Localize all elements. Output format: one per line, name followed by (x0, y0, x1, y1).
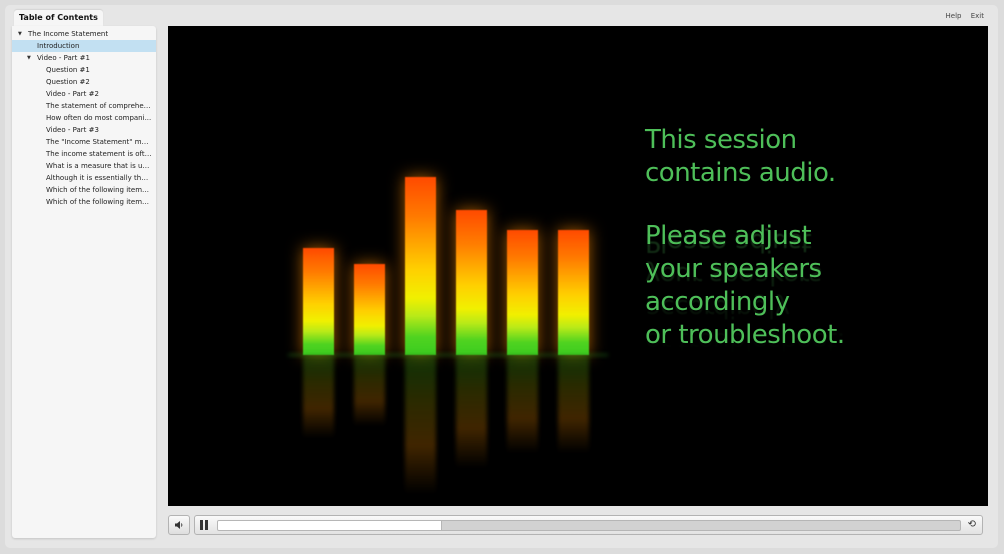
equalizer-bar-reflection (507, 355, 538, 453)
toc-item-label: Introduction (37, 42, 80, 50)
equalizer-bar (405, 177, 436, 355)
equalizer-bar-reflection (405, 355, 436, 494)
toc-list: ▼ The Income Statement Introduction ▼ Video … (12, 26, 156, 208)
exit-link[interactable]: Exit (971, 12, 984, 20)
toc-item-label: Which of the following items... (46, 198, 153, 206)
toc-item[interactable]: Question #2 (12, 76, 156, 88)
toc-item[interactable]: Video - Part #2 (12, 88, 156, 100)
reflection-line: your speakers (645, 260, 822, 290)
toc-item-label: Although it is essentially the ... (46, 174, 155, 182)
expand-arrow-icon[interactable]: ▼ (18, 28, 28, 40)
progress-fill (218, 521, 442, 530)
toc-item[interactable]: Which of the following items... (12, 184, 156, 196)
audio-notice-reflection: or troubleshoot. accordingly your speake… (645, 225, 975, 357)
progress-track[interactable] (217, 520, 961, 531)
toc-item-label: Video - Part #2 (46, 90, 99, 98)
equalizer-bar-reflection (456, 355, 487, 468)
equalizer-floor-glow (288, 354, 608, 356)
toc-item[interactable]: Which of the following items... (12, 196, 156, 208)
playback-bar: ⟲ (194, 515, 983, 535)
equalizer-bar (558, 230, 589, 355)
toc-item[interactable]: What is a measure that is use... (12, 160, 156, 172)
toc-item[interactable]: Introduction (12, 40, 156, 52)
toc-item-label: Question #1 (46, 66, 90, 74)
toc-item[interactable]: The "Income Statement" me... (12, 136, 156, 148)
top-links: Help Exit (939, 12, 984, 20)
equalizer-bar (507, 230, 538, 355)
toc-item-label: The statement of comprehen... (46, 102, 155, 110)
toc-item[interactable]: Question #1 (12, 64, 156, 76)
toc-item[interactable]: Video - Part #3 (12, 124, 156, 136)
help-link[interactable]: Help (946, 12, 962, 20)
toc-item[interactable]: The statement of comprehen... (12, 100, 156, 112)
equalizer-bar (456, 210, 487, 355)
toc-item[interactable]: Although it is essentially the ... (12, 172, 156, 184)
toc-item-label: Question #2 (46, 78, 90, 86)
audio-notice-line: contains audio. (645, 158, 836, 188)
equalizer-bar (303, 248, 334, 355)
toc-item-label: The "Income Statement" me... (46, 138, 153, 146)
toc-item-label: Video - Part #3 (46, 126, 99, 134)
replay-icon[interactable]: ⟲ (968, 519, 976, 530)
equalizer-bar-reflection (558, 355, 589, 453)
pause-icon[interactable] (200, 520, 208, 530)
toc-item-label: The Income Statement (28, 30, 109, 38)
equalizer-bar-reflection (303, 355, 334, 438)
video-player[interactable]: This session contains audio. Please adju… (168, 26, 988, 506)
expand-arrow-icon[interactable]: ▼ (27, 52, 37, 64)
toc-item[interactable]: How often do most compani... (12, 112, 156, 124)
audio-notice-line: This session (645, 125, 797, 155)
toc-tab[interactable]: Table of Contents (14, 10, 103, 26)
toc-item-label: How often do most compani... (46, 114, 152, 122)
mute-button[interactable] (168, 515, 190, 535)
reflection-line: Please adjust (645, 227, 812, 257)
reflection-line: or troubleshoot. (645, 326, 845, 356)
equalizer-bar (354, 264, 385, 355)
toc-item[interactable]: The income statement is ofte... (12, 148, 156, 160)
toc-item[interactable]: ▼ Video - Part #1 (12, 52, 156, 64)
toc-item-label: Video - Part #1 (37, 54, 90, 62)
toc-item[interactable]: ▼ The Income Statement (12, 28, 156, 40)
toc-item-label: The income statement is ofte... (46, 150, 156, 158)
equalizer-bar-reflection (354, 355, 385, 426)
toc-item-label: Which of the following items... (46, 186, 153, 194)
speaker-icon (175, 521, 183, 529)
toc-panel: ▼ The Income Statement Introduction ▼ Video … (12, 26, 156, 538)
toc-item-label: What is a measure that is use... (46, 162, 156, 170)
player-controls: ⟲ (168, 513, 988, 535)
reflection-line: accordingly (645, 293, 790, 323)
